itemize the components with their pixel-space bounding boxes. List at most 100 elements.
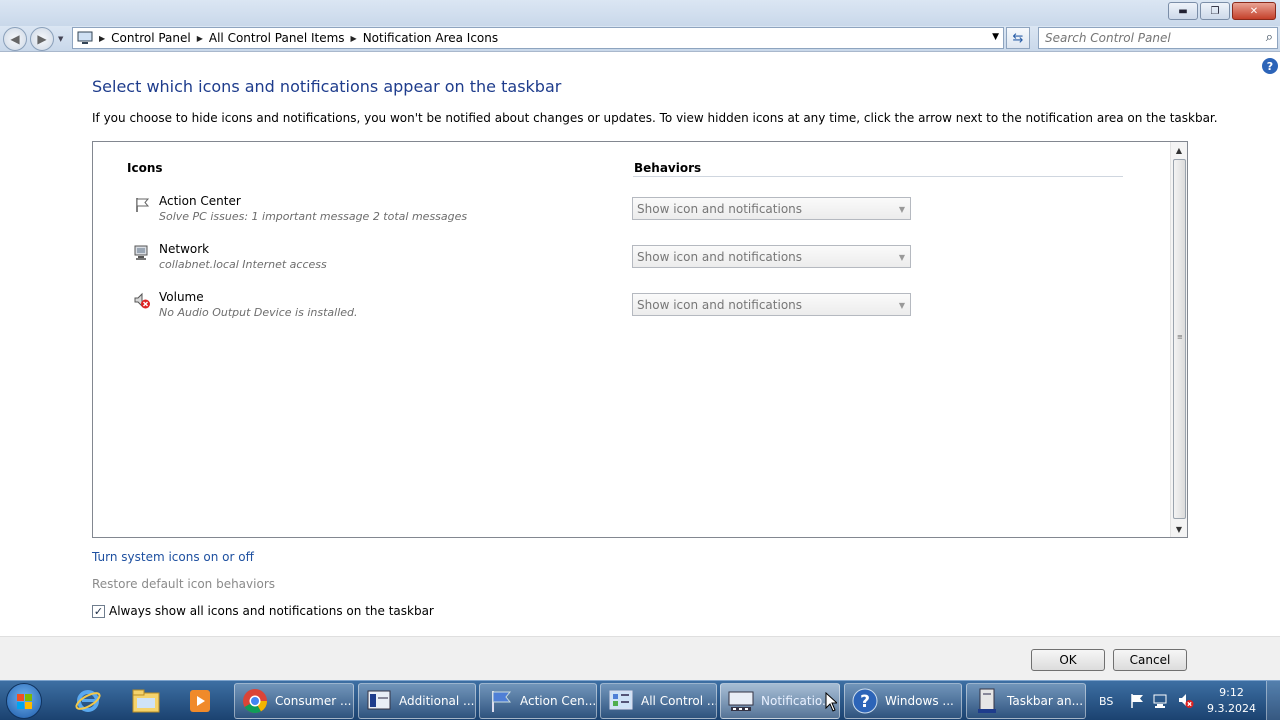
recent-pages-dropdown-icon[interactable]: ▼ [58, 35, 63, 43]
item-name: Volume [159, 290, 204, 304]
search-box[interactable]: ⌕ [1038, 27, 1278, 49]
item-name: Action Center [159, 194, 241, 208]
mouse-cursor-icon [825, 692, 837, 712]
restore-defaults-link[interactable]: Restore default icon behaviors [92, 577, 275, 591]
vertical-scrollbar[interactable]: ▲ ≡ ▼ [1170, 142, 1187, 537]
behavior-select-network[interactable]: Show icon and notifications ▼ [632, 245, 911, 268]
internet-explorer-button[interactable] [66, 685, 110, 717]
back-button[interactable]: ◀ [3, 27, 27, 51]
action-center-flag-icon [136, 198, 150, 212]
behavior-select-action-center[interactable]: Show icon and notifications ▼ [632, 197, 911, 220]
dialog-footer: OK Cancel [0, 636, 1280, 680]
title-bar: ▬ ❐ ✕ [0, 0, 1280, 26]
explorer-button[interactable] [124, 685, 168, 717]
folder-icon [132, 689, 160, 713]
behavior-value: Show icon and notifications [637, 201, 803, 216]
notification-area-icon [727, 687, 755, 715]
address-dropdown-icon[interactable]: ▼ [992, 32, 999, 42]
close-button[interactable]: ✕ [1232, 2, 1276, 20]
navigation-bar: ◀ ▶ ▼ ▶ Control Panel ▶ All Control Pane… [0, 26, 1280, 52]
taskbar-item-chrome[interactable]: Consumer ... [234, 683, 354, 719]
always-show-checkbox[interactable]: ✓ [92, 604, 105, 618]
computer-icon [77, 31, 93, 44]
search-icon[interactable]: ⌕ [1266, 30, 1273, 45]
refresh-icon: ⇆ [1012, 30, 1024, 46]
breadcrumb-control-panel[interactable]: Control Panel [111, 31, 191, 45]
refresh-button[interactable]: ⇆ [1006, 27, 1030, 49]
item-description: collabnet.local Internet access [159, 258, 327, 271]
action-center-flag-icon [1131, 694, 1143, 708]
control-panel-icon [607, 687, 635, 715]
notification-icons-list: Icons Behaviors Action Center Solve PC i… [92, 141, 1188, 538]
network-icon [134, 245, 148, 260]
item-description: Solve PC issues: 1 important message 2 t… [159, 210, 468, 223]
header-divider [633, 176, 1123, 177]
internet-explorer-icon [75, 690, 101, 712]
taskbar-item-windows-help[interactable]: ? Windows ... [844, 683, 962, 719]
scroll-up-icon[interactable]: ▲ [1171, 142, 1187, 158]
taskbar-item-label: Windows ... [885, 694, 954, 708]
program-window-icon [365, 687, 393, 715]
always-show-checkbox-row[interactable]: ✓ Always show all icons and notification… [92, 604, 434, 618]
list-item: Volume No Audio Output Device is install… [129, 290, 629, 330]
start-button[interactable] [6, 683, 42, 719]
page-title: Select which icons and notifications app… [92, 77, 562, 96]
window-controls: ▬ ❐ ✕ [1168, 2, 1276, 20]
breadcrumb-separator-icon: ▶ [196, 33, 203, 43]
taskbar-properties-icon [973, 687, 1001, 715]
breadcrumb-notification-area[interactable]: Notification Area Icons [363, 31, 498, 45]
breadcrumb-separator-icon: ▶ [99, 33, 106, 43]
behavior-value: Show icon and notifications [637, 297, 803, 312]
always-show-label[interactable]: Always show all icons and notifications … [109, 604, 434, 618]
show-desktop-button[interactable] [1266, 681, 1280, 720]
taskbar-item-label: Notificatio... [761, 694, 834, 708]
list-item: Action Center Solve PC issues: 1 importa… [129, 194, 629, 234]
forward-arrow-icon: ▶ [37, 32, 47, 46]
taskbar-item-additional[interactable]: Additional ... [358, 683, 476, 719]
network-icon [1153, 694, 1167, 708]
tray-network[interactable] [1152, 681, 1170, 720]
media-player-icon [190, 690, 210, 712]
tray-volume[interactable] [1177, 681, 1195, 720]
grip-icon: ≡ [1177, 333, 1183, 341]
taskbar-item-action-center[interactable]: Action Cen... [479, 683, 597, 719]
breadcrumb-all-items[interactable]: All Control Panel Items [209, 31, 345, 45]
scrollbar-thumb[interactable]: ≡ [1173, 159, 1186, 519]
address-bar[interactable]: ▶ Control Panel ▶ All Control Panel Item… [72, 27, 1004, 49]
search-input[interactable] [1045, 31, 1255, 45]
behavior-select-volume[interactable]: Show icon and notifications ▼ [632, 293, 911, 316]
media-player-button[interactable] [178, 685, 222, 717]
taskbar-item-taskbar-properties[interactable]: Taskbar an... [966, 683, 1086, 719]
list-item: Network collabnet.local Internet access [129, 242, 629, 282]
help-icon[interactable]: ? [1262, 58, 1278, 74]
taskbar-item-control-panel[interactable]: All Control ... [600, 683, 717, 719]
chrome-icon [241, 687, 269, 715]
svg-text:?: ? [860, 692, 870, 712]
taskbar-item-label: Taskbar an... [1007, 694, 1084, 708]
taskbar-item-notification-area[interactable]: Notificatio... [720, 683, 840, 719]
behavior-value: Show icon and notifications [637, 249, 803, 264]
chevron-down-icon: ▼ [898, 205, 905, 214]
minimize-button[interactable]: ▬ [1168, 2, 1198, 20]
ok-button[interactable]: OK [1031, 649, 1105, 671]
chevron-down-icon: ▼ [898, 253, 905, 262]
scroll-down-icon[interactable]: ▼ [1171, 521, 1187, 537]
forward-button[interactable]: ▶ [30, 27, 54, 51]
chevron-down-icon: ▼ [898, 301, 905, 310]
page-description: If you choose to hide icons and notifica… [92, 111, 1218, 125]
cancel-button[interactable]: Cancel [1113, 649, 1187, 671]
taskbar-item-label: All Control ... [641, 694, 717, 708]
windows-logo-icon [17, 694, 32, 709]
behaviors-column-header: Behaviors [634, 161, 702, 175]
tray-action-center[interactable] [1128, 681, 1146, 720]
maximize-button[interactable]: ❐ [1200, 2, 1230, 20]
turn-system-icons-link[interactable]: Turn system icons on or off [92, 550, 254, 564]
help-icon: ? [851, 687, 879, 715]
taskbar-item-label: Consumer ... [275, 694, 352, 708]
system-clock[interactable]: 9:12 9.3.2024 [1207, 685, 1256, 717]
clock-date: 9.3.2024 [1207, 702, 1256, 715]
taskbar: Consumer ... Additional ... Action Cen..… [0, 680, 1280, 720]
clock-time: 9:12 [1219, 686, 1244, 699]
back-arrow-icon: ◀ [10, 32, 20, 46]
language-indicator[interactable]: BS [1099, 681, 1113, 720]
